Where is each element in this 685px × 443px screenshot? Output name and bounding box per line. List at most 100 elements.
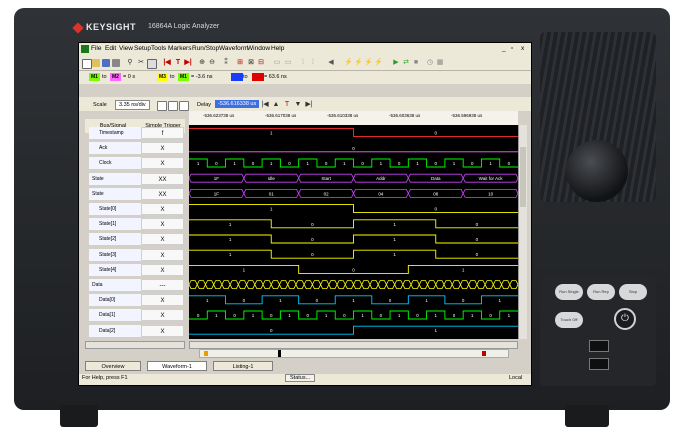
stop-icon[interactable]: ■ [412,59,420,67]
zoom-in-icon[interactable]: ⊕ [198,59,206,67]
trigger-cell[interactable]: X [141,309,184,322]
align-icon[interactable]: ⁞ [299,59,307,67]
save-icon[interactable] [102,59,110,67]
marker-delete-icon[interactable]: ⊟ [257,59,265,67]
delay-input[interactable]: -536.616338 us [215,100,260,108]
trigger-cell[interactable]: X [141,324,184,337]
zoom-fit-icon[interactable]: ⁑ [222,59,230,67]
menu-tools[interactable]: Tools [151,45,166,52]
trigger-cell[interactable]: f [141,127,184,139]
edge-icon[interactable]: ⚡ [344,59,353,67]
stop-button[interactable]: Stop [619,284,647,300]
clock-icon[interactable]: ◷ [426,59,434,67]
trigger-cell[interactable]: X [141,157,184,170]
marker-m2-chip[interactable]: M2 [110,73,121,81]
zoom-out-icon[interactable]: ⊖ [208,59,216,67]
signal-label-timestamp[interactable]: Timestamp [89,127,141,139]
signal-label-state[interactable]: State [89,187,141,200]
trigger-cell[interactable]: XX [141,187,184,200]
edge-2-icon[interactable]: ⚡ [354,59,363,67]
tab-overview[interactable]: Overview [85,361,141,371]
open-icon[interactable] [92,59,100,67]
waveform-display[interactable]: 1 0 0 1 0 1 0 1 0 1 0 1 0 1 0 1 0 1 0 1 0 1F Idle Start Addr Data… [188,125,519,339]
trigger-cell[interactable]: X [141,263,184,276]
rotary-knob[interactable] [566,140,628,202]
close-button[interactable]: x [521,45,524,52]
edge-4-icon[interactable]: ⚡ [374,59,383,67]
find-icon[interactable]: ⚲ [126,59,134,67]
tab-waveform-1[interactable]: Waveform-1 [147,361,207,371]
menu-run-stop[interactable]: Run/Stop [192,45,219,52]
signal-label-state3[interactable]: State[3] [89,248,141,261]
power-button[interactable]: ⏻ [614,308,636,330]
menu-view[interactable]: View [119,45,133,52]
marker-m1-chip[interactable]: M1 [89,73,100,81]
marker-red-chip[interactable] [252,73,264,81]
delay-start-icon[interactable]: |◀ [261,101,269,109]
tab-listing-1[interactable]: Listing-1 [213,361,273,371]
scale-input[interactable]: 3.35 ns/div [115,100,150,110]
delay-end-icon[interactable]: ▶| [305,101,313,109]
menu-waveform[interactable]: Waveform [219,45,248,52]
copy-icon[interactable] [147,59,157,69]
menu-setup[interactable]: Setup [134,45,151,52]
delay-next-icon[interactable]: ▼ [294,101,302,109]
run-single-button[interactable]: Run Single [555,284,583,300]
signal-label-state1[interactable]: State[1] [89,218,141,231]
signal-label-data1[interactable]: Data[1] [89,309,141,322]
menu-window[interactable]: Window [247,45,270,52]
speaker-icon[interactable]: ◀ [327,59,335,67]
menu-edit[interactable]: Edit [105,45,116,52]
new-icon[interactable] [82,59,92,69]
marker-icon[interactable]: ⊞ [236,59,244,67]
touch-off-button[interactable]: Touch Off [555,312,583,328]
panel-icon[interactable]: ▦ [436,59,444,67]
horizontal-scrollbar[interactable] [189,341,518,349]
status-button[interactable]: Status... [285,374,316,382]
signal-label-data0[interactable]: Data[0] [89,294,141,307]
marker-m3-chip[interactable]: M3 [157,73,168,81]
trigger-cell[interactable]: X [141,218,184,231]
run-icon[interactable]: ▶ [392,59,400,67]
signal-label-state0[interactable]: State[0] [89,203,141,215]
signal-list-scrollbar[interactable] [85,341,185,349]
scale-button-3[interactable] [179,101,189,111]
waveform-tool-icon[interactable]: ▭ [273,59,281,67]
signal-label-data[interactable]: Data [89,279,141,291]
marker-place-icon[interactable]: ⊠ [247,59,255,67]
restore-button[interactable]: ▫ [511,45,513,52]
trigger-cell[interactable]: X [141,203,184,215]
go-end-icon[interactable]: ▶| [184,59,192,67]
delay-prev-icon[interactable]: ▲ [272,101,280,109]
align-2-icon[interactable]: ⁞ [309,59,317,67]
trigger-cell[interactable]: XX [141,172,184,185]
edge-3-icon[interactable]: ⚡ [364,59,373,67]
signal-label-state[interactable]: State [89,172,141,185]
scale-button-1[interactable] [157,101,167,111]
marker-blue-chip[interactable] [231,73,243,81]
time-ruler[interactable]: -536.623738 us -536.617038 us -536.61033… [189,111,518,126]
menu-markers[interactable]: Markers [168,45,191,52]
waveform-tool-2-icon[interactable]: ▭ [284,59,292,67]
trigger-cell[interactable]: --- [141,279,184,291]
signal-label-data2[interactable]: Data[2] [89,324,141,337]
cut-icon[interactable]: ✂ [137,59,145,67]
delay-trigger-icon[interactable]: T [283,101,291,109]
print-icon[interactable] [112,59,120,67]
go-start-icon[interactable]: |◀ [163,59,171,67]
run-repetitive-icon[interactable]: ⇄ [402,59,410,67]
signal-label-state4[interactable]: State[4] [89,263,141,276]
menu-help[interactable]: Help [271,45,284,52]
run-rep-button[interactable]: Run Rep [587,284,615,300]
trigger-cell[interactable]: X [141,248,184,261]
marker-m1-chip[interactable]: M1 [178,73,189,81]
signal-label-state2[interactable]: State[2] [89,233,141,246]
trigger-cell[interactable]: X [141,294,184,307]
vertical-scrollbar[interactable] [518,125,527,339]
go-trigger-icon[interactable]: T [174,59,182,67]
menu-file[interactable]: File [91,45,101,52]
overview-strip[interactable] [199,349,509,358]
scroll-thumb[interactable] [520,147,526,207]
signal-label-ack[interactable]: Ack [89,142,141,155]
signal-label-clock[interactable]: Clock [89,157,141,170]
